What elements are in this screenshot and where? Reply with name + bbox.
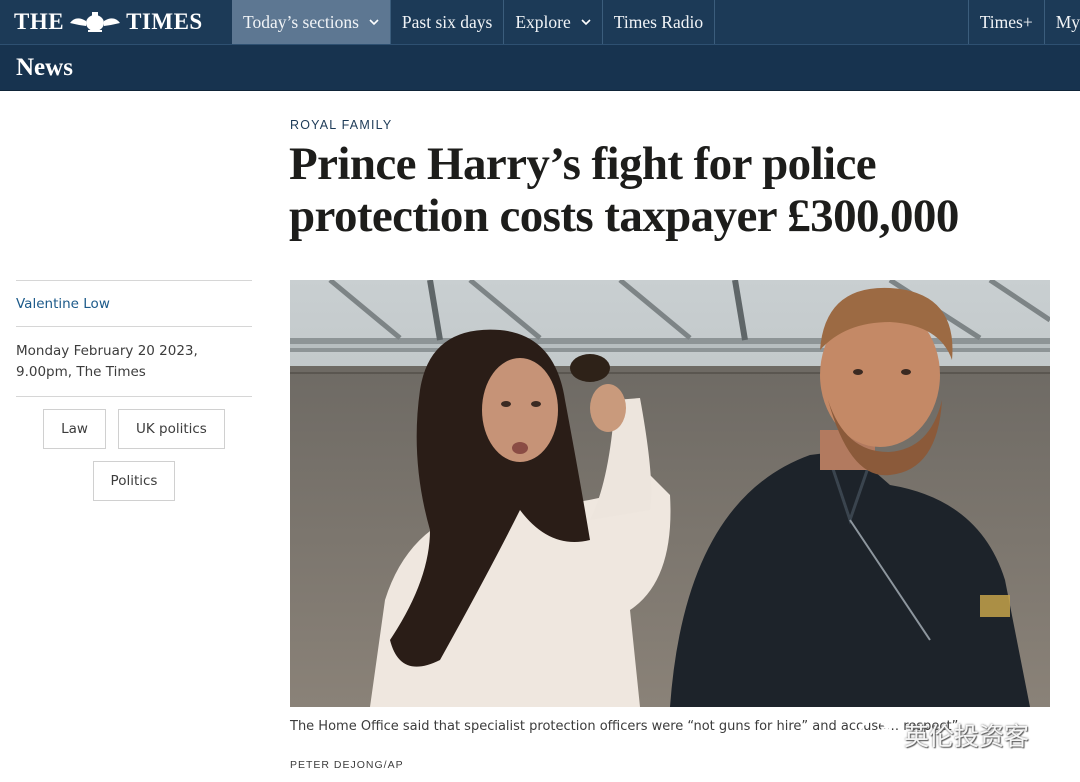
- nav-explore[interactable]: Explore: [504, 0, 603, 44]
- tag-politics[interactable]: Politics: [92, 461, 176, 501]
- nav-label: Times+: [979, 11, 1033, 32]
- topic-tags: Law UK politics Politics: [16, 397, 252, 501]
- tag-uk-politics[interactable]: UK politics: [117, 409, 225, 449]
- author-link[interactable]: Valentine Low: [16, 281, 252, 326]
- hero-photo-illustration: [290, 280, 1050, 707]
- nav-past-six-days[interactable]: Past six days: [391, 0, 505, 44]
- nav-my-account[interactable]: My: [1043, 0, 1080, 44]
- hero-image: [290, 280, 1050, 707]
- chevron-down-icon: [369, 19, 379, 26]
- royal-crest-icon: [70, 12, 121, 32]
- chevron-down-icon: [581, 19, 591, 26]
- article-meta: Valentine Low Monday February 20 2023, 9…: [16, 280, 252, 501]
- watermark-text: 英伦投资客: [904, 722, 1030, 751]
- tag-law[interactable]: Law: [43, 409, 106, 449]
- section-bar: News: [0, 45, 1080, 91]
- nav-label: My: [1055, 11, 1080, 32]
- nav-todays-sections[interactable]: Today’s sections: [232, 0, 391, 44]
- nav-label: Explore: [515, 11, 571, 32]
- image-credit: PETER DEJONG/AP: [290, 759, 404, 771]
- masthead: THE TIMES Today’s sections Past six days…: [0, 0, 1080, 45]
- nav-label: Times Radio: [613, 11, 704, 32]
- section-title[interactable]: News: [16, 54, 73, 82]
- logo-text-times: TIMES: [126, 9, 203, 34]
- logo-text-the: THE: [14, 9, 65, 34]
- wechat-bubble-icon: [858, 719, 898, 750]
- nav-label: Past six days: [401, 11, 493, 32]
- article-kicker[interactable]: ROYAL FAMILY: [290, 118, 392, 132]
- article-dateline: Monday February 20 2023, 9.00pm, The Tim…: [16, 343, 198, 380]
- nav-times-plus[interactable]: Times+: [967, 0, 1044, 44]
- nav-times-radio[interactable]: Times Radio: [603, 0, 716, 44]
- watermark: 英伦投资客: [858, 715, 1029, 755]
- article-headline: Prince Harry’s fight for police protecti…: [289, 138, 959, 242]
- times-logo[interactable]: THE TIMES: [0, 0, 232, 44]
- nav-label: Today’s sections: [243, 11, 359, 32]
